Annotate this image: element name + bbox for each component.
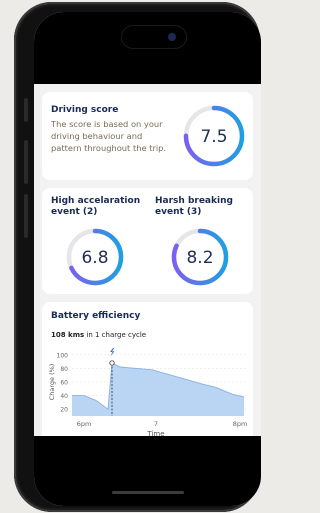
x-tick-label: 7 (154, 420, 158, 428)
volume-down-button (24, 194, 28, 238)
driving-score-title: Driving score (51, 105, 119, 115)
accel-value: 6.8 (81, 248, 108, 268)
driving-score-value: 7.5 (200, 127, 227, 147)
battery-distance-suffix: in 1 charge cycle (84, 331, 147, 339)
braking-event-title: Harsh breaking event (3) (155, 196, 233, 217)
battery-title: Battery efficiency (51, 311, 141, 321)
x-tick-label: 8pm (233, 420, 248, 428)
braking-gauge: 8.2 (171, 228, 229, 286)
y-tick-label: 100 (57, 352, 69, 359)
x-tick-label: 6pm (77, 420, 92, 428)
home-indicator (112, 491, 184, 494)
accel-gauge: 6.8 (66, 228, 124, 286)
phone-frame: Driving score The score is based on your… (14, 2, 261, 512)
driving-score-card[interactable]: Driving score The score is based on your… (42, 92, 253, 180)
y-tick-label: 40 (60, 393, 68, 400)
charge-event-point (109, 360, 115, 366)
battery-distance-value: 108 kms (51, 331, 85, 339)
battery-card[interactable]: Battery efficiency 108 kms in 1 charge c… (42, 302, 253, 446)
lightning-icon (110, 347, 115, 357)
status-bar (34, 12, 261, 84)
driving-score-description: The score is based on your driving behav… (51, 119, 167, 153)
battery-distance: 108 kms in 1 charge cycle (51, 331, 146, 339)
y-tick-label: 80 (60, 366, 68, 373)
y-axis-label: Charge (%) (48, 364, 56, 401)
braking-value: 8.2 (186, 248, 213, 268)
y-tick-label: 20 (60, 407, 68, 414)
charge-area (72, 363, 244, 416)
phone-screen: Driving score The score is based on your… (34, 12, 261, 506)
accel-event-title: High accelaration event (2) (51, 196, 141, 217)
bottom-bezel (34, 436, 261, 506)
volume-up-button (24, 140, 28, 184)
driving-score-gauge: 7.5 (183, 105, 245, 167)
battery-chart: 10080604020Charge (%)6pm 7 8pmTime (48, 347, 248, 438)
y-tick-label: 60 (60, 380, 68, 387)
mute-switch (24, 98, 28, 122)
events-card[interactable]: High accelaration event (2) Harsh breaki… (42, 188, 253, 294)
camera-icon (168, 33, 176, 41)
dynamic-island (122, 26, 186, 48)
